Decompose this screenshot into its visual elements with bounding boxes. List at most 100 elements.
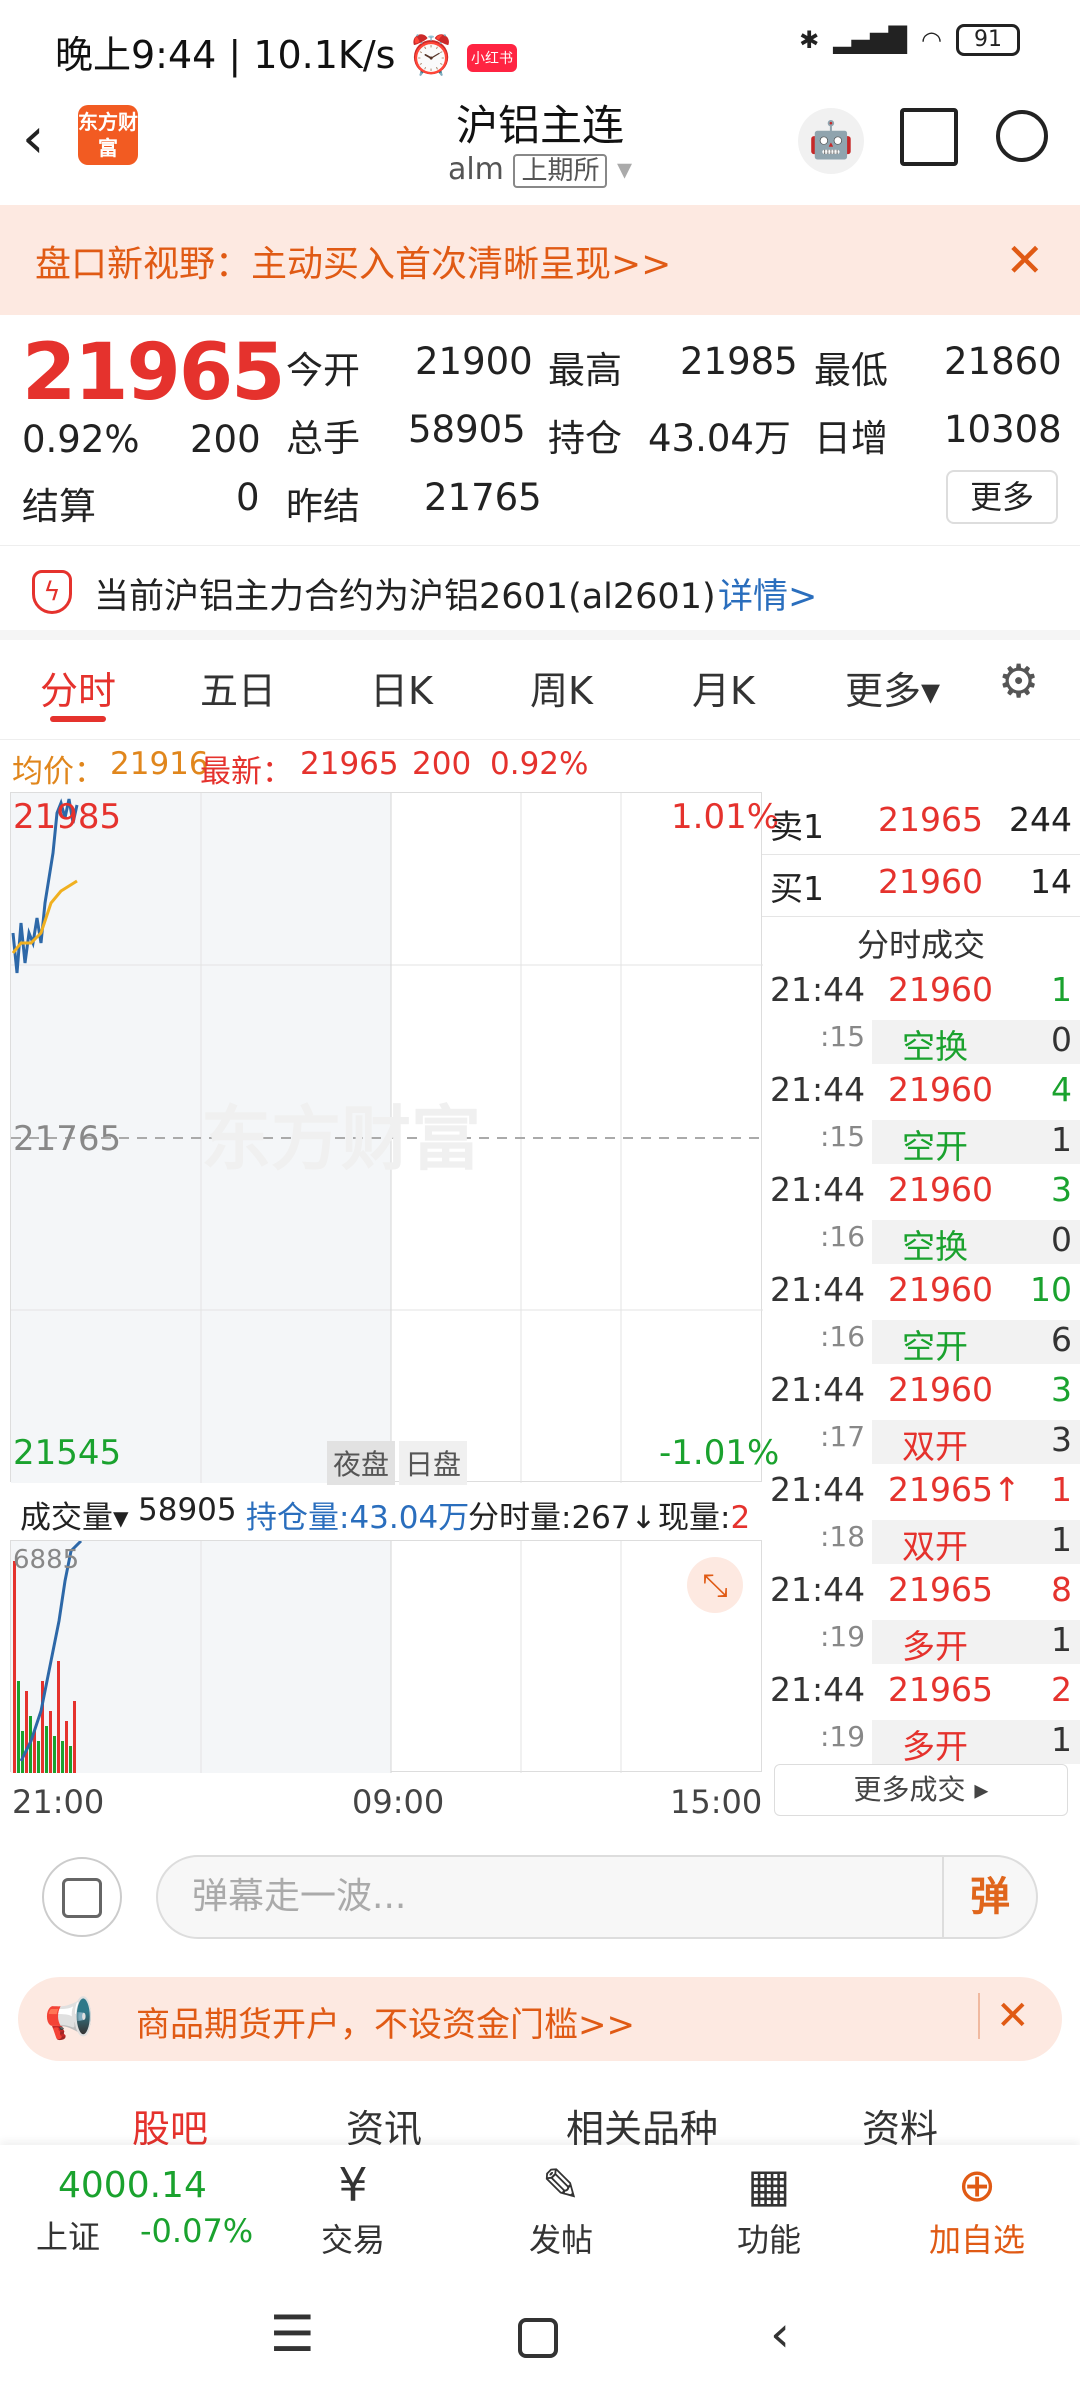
trade-price: 21965 bbox=[888, 1670, 993, 1709]
ad-banner[interactable]: 📢 商品期货开户，不设资金门槛>> ✕ bbox=[18, 1977, 1062, 2061]
menu-icon[interactable]: ☰ bbox=[270, 2305, 315, 2363]
trade-time: 21:44 bbox=[770, 1070, 866, 1109]
daily-inc-label: 日增 bbox=[814, 417, 888, 460]
robot-avatar-icon[interactable]: 🤖 bbox=[798, 108, 864, 174]
status-time-speed: 晚上9:44 | 10.1K/s ⏰ 小红书 bbox=[55, 24, 517, 79]
nav-post[interactable]: ✎ 发帖 bbox=[496, 2155, 626, 2261]
volume-dropdown[interactable]: 成交量▾ bbox=[20, 1492, 129, 1537]
search-icon[interactable] bbox=[996, 110, 1048, 162]
buy1-row: 买1 21960 14 bbox=[770, 862, 1072, 908]
back-nav-icon[interactable]: ‹ bbox=[770, 2305, 790, 2363]
trade-sub-row: :15 空换 0 bbox=[762, 1020, 1080, 1070]
plus-circle-icon: ⊕ bbox=[957, 2158, 997, 2212]
notice-bar[interactable]: ϟ 当前沪铝主力合约为沪铝2601(al2601) 详情> bbox=[0, 545, 1080, 640]
trade-sec: :16 bbox=[820, 1220, 866, 1253]
gear-icon[interactable]: ⚙ bbox=[998, 654, 1039, 708]
trade-time: 21:44 bbox=[770, 1470, 866, 1509]
nav-trade[interactable]: ¥ 交易 bbox=[288, 2155, 418, 2261]
trade-type: 空开 bbox=[902, 1327, 968, 1366]
trade-row: 21:44 21965 8 bbox=[762, 1570, 1080, 1620]
trade-row: 21:44 21965↑ 1 bbox=[762, 1470, 1080, 1520]
danmu-doc-icon bbox=[62, 1878, 102, 1918]
trade-sec: :18 bbox=[820, 1520, 866, 1553]
trade-row: 21:44 21965 2 bbox=[762, 1670, 1080, 1720]
notice-text: 当前沪铝主力合约为沪铝2601(al2601) bbox=[94, 577, 716, 617]
trade-type: 空换 bbox=[902, 1227, 968, 1266]
trade-time: 21:44 bbox=[770, 970, 866, 1009]
trade-time: 21:44 bbox=[770, 1670, 866, 1709]
ad-text[interactable]: 商品期货开户，不设资金门槛>> bbox=[136, 1997, 635, 2046]
ad-close-icon[interactable]: ✕ bbox=[978, 1993, 1030, 2039]
home-icon[interactable] bbox=[518, 2318, 558, 2358]
trade-price: 21965↑ bbox=[888, 1470, 1021, 1509]
chart-mid-price: 21765 bbox=[13, 1119, 122, 1159]
tab-month-k[interactable]: 月K bbox=[692, 660, 755, 715]
tab-week-k[interactable]: 周K bbox=[530, 660, 593, 715]
trade-sec: :15 bbox=[820, 1120, 866, 1153]
promo-banner[interactable]: 盘口新视野：主动买入首次清晰呈现>> ✕ bbox=[0, 205, 1080, 315]
volume-chart: 6885 ⤡ bbox=[10, 1540, 762, 1773]
close-icon[interactable]: ✕ bbox=[1005, 233, 1044, 287]
trade-oi: 1 bbox=[1051, 1620, 1072, 1659]
tab-day-k[interactable]: 日K bbox=[370, 660, 433, 715]
volume-label: 总手 bbox=[286, 417, 360, 460]
more-button[interactable]: 更多 bbox=[946, 470, 1058, 524]
volume-value-label: 58905 bbox=[138, 1492, 237, 1528]
time-axis-mid: 09:00 bbox=[352, 1783, 445, 1821]
tab-more[interactable]: 更多▾ bbox=[845, 660, 940, 715]
last-price: 21965 bbox=[22, 328, 285, 418]
shield-icon: ϟ bbox=[32, 570, 72, 614]
high-value: 21985 bbox=[680, 340, 798, 383]
nav-functions[interactable]: ▦ 功能 bbox=[704, 2155, 834, 2261]
wifi-icon: ◠ bbox=[921, 26, 942, 54]
trade-oi: 3 bbox=[1051, 1420, 1072, 1459]
yen-icon: ¥ bbox=[338, 2158, 368, 2212]
index-change[interactable]: -0.07% bbox=[140, 2212, 253, 2250]
promo-banner-text[interactable]: 盘口新视野：主动买入首次清晰呈现>> bbox=[35, 235, 671, 287]
trade-oi: 1 bbox=[1051, 1120, 1072, 1159]
status-icons: ✱ ▂▄▆█ ◠ 91 bbox=[799, 24, 1020, 56]
chart-info-line: 均价： 21916 最新： 21965 200 0.92% bbox=[12, 746, 589, 790]
more-trades-button[interactable]: 更多成交 ▸ bbox=[774, 1764, 1068, 1816]
trade-qty: 2 bbox=[1051, 1670, 1072, 1709]
order-book-panel[interactable]: 卖1 21965 244 买1 21960 14 分时成交 21:44 21960… bbox=[762, 792, 1080, 1822]
trade-type: 多开 bbox=[902, 1727, 968, 1766]
trade-qty: 4 bbox=[1051, 1070, 1072, 1109]
tick-volume-label: 分时量:267↓ bbox=[468, 1500, 657, 1536]
trade-qty: 3 bbox=[1051, 1370, 1072, 1409]
daily-inc-value: 10308 bbox=[944, 408, 1062, 451]
notice-link[interactable]: 详情> bbox=[718, 568, 817, 619]
change-pct: 0.92% bbox=[22, 418, 140, 461]
status-bar: 晚上9:44 | 10.1K/s ⏰ 小红书 ✱ ▂▄▆█ ◠ 91 bbox=[0, 0, 1080, 95]
intraday-chart[interactable]: 东方财富 21985 1.01% 21765 21545 -1.01% 夜盘 日… bbox=[10, 792, 779, 1485]
index-value[interactable]: 4000.14 bbox=[58, 2165, 207, 2206]
settle-label: 结算 bbox=[22, 485, 96, 528]
time-axis-start: 21:00 bbox=[12, 1783, 105, 1821]
trade-qty: 8 bbox=[1051, 1570, 1072, 1609]
trade-qty: 1 bbox=[1051, 970, 1072, 1009]
trade-oi: 0 bbox=[1051, 1020, 1072, 1059]
nav-add-watchlist[interactable]: ⊕ 加自选 bbox=[912, 2155, 1042, 2261]
sell1-row: 卖1 21965 244 bbox=[770, 800, 1072, 846]
trade-time: 21:44 bbox=[770, 1270, 866, 1309]
danmu-send-button[interactable]: 弹 bbox=[942, 1857, 1036, 1937]
expand-icon[interactable]: ⤡ bbox=[687, 1557, 743, 1613]
trade-type: 空开 bbox=[902, 1127, 968, 1166]
volume-svg bbox=[13, 1541, 622, 1773]
settle-value: 0 bbox=[236, 476, 260, 519]
high-label: 最高 bbox=[548, 349, 622, 392]
trade-sub-row: :19 多开 1 bbox=[762, 1720, 1080, 1770]
time-axis-end: 15:00 bbox=[670, 1783, 763, 1821]
tab-five-day[interactable]: 五日 bbox=[200, 660, 276, 715]
time-axis: 21:00 09:00 15:00 bbox=[10, 1775, 762, 1825]
low-value: 21860 bbox=[944, 340, 1062, 383]
trade-sec: :15 bbox=[820, 1020, 866, 1053]
share-icon[interactable] bbox=[900, 108, 958, 166]
trade-price: 21965 bbox=[888, 1570, 993, 1609]
danmu-input[interactable]: 弹幕走一波... bbox=[156, 1855, 1038, 1939]
oi-value-label: 持仓量:43.04万 bbox=[246, 1500, 470, 1536]
trade-sub-row: :15 空开 1 bbox=[762, 1120, 1080, 1170]
tab-intraday[interactable]: 分时 bbox=[40, 660, 116, 715]
index-name[interactable]: 上证 bbox=[36, 2212, 100, 2258]
volume-max-label: 6885 bbox=[13, 1545, 80, 1575]
